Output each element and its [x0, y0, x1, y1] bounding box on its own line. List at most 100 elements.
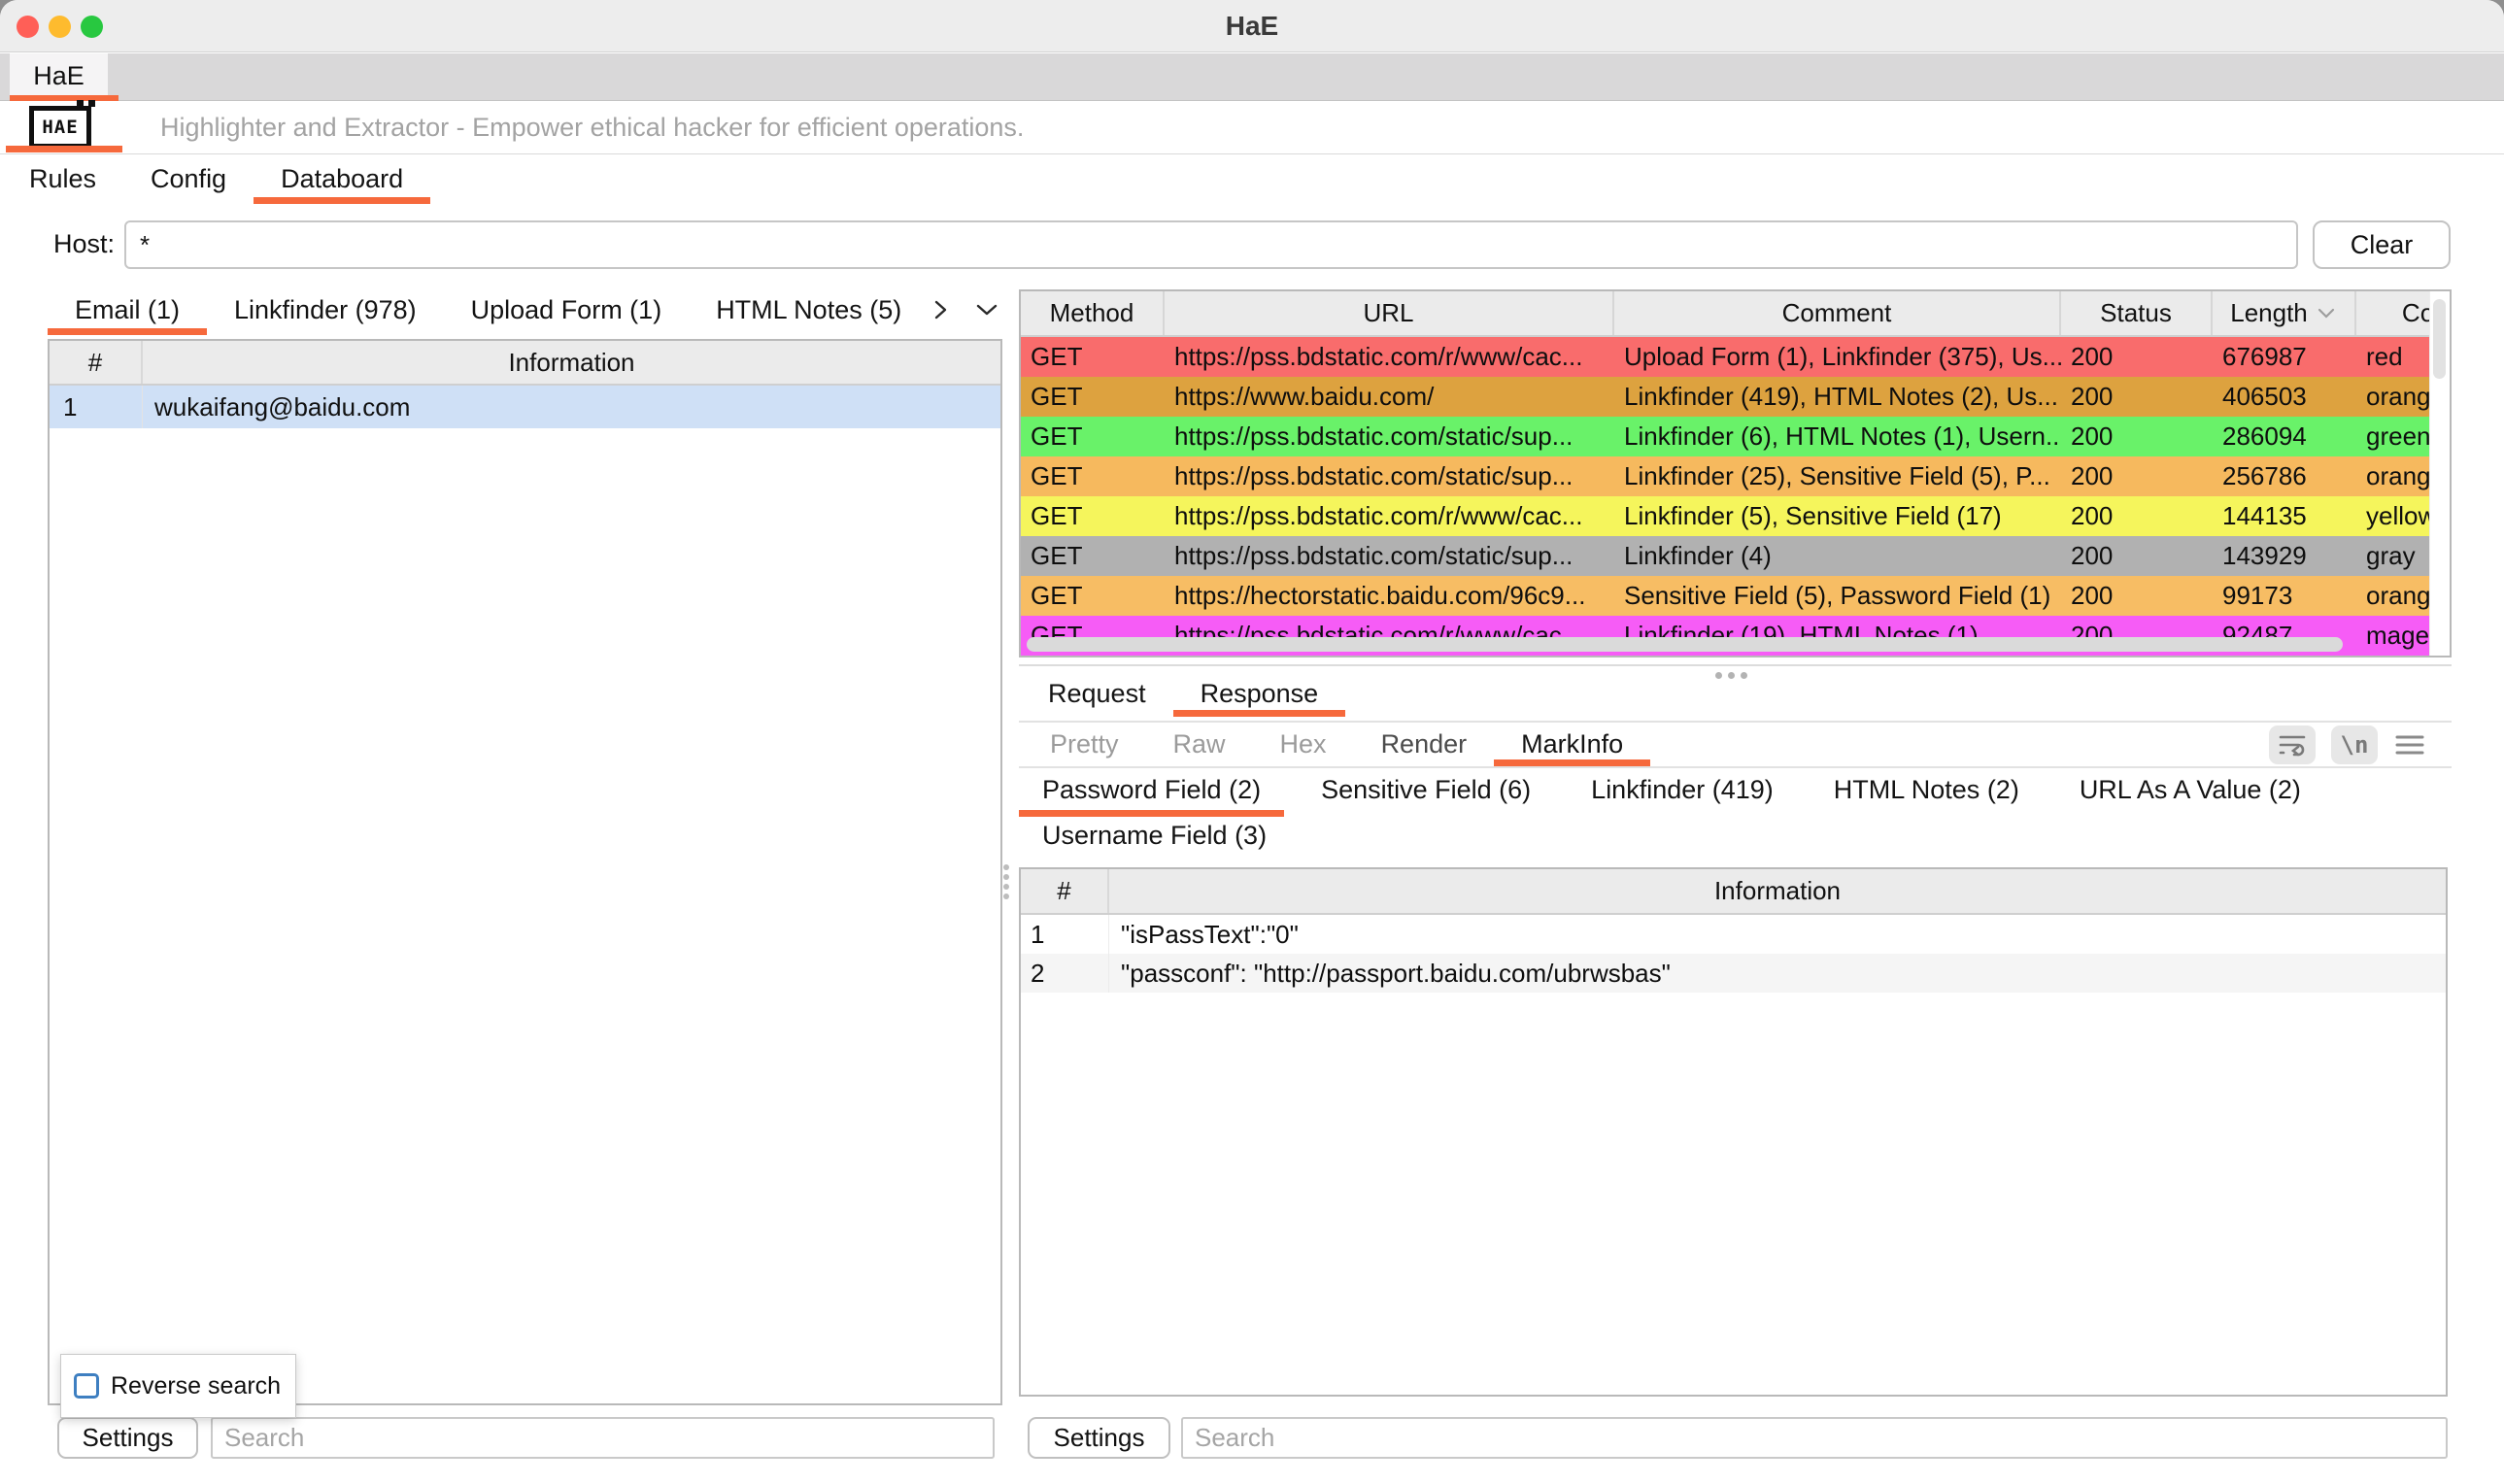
tab-url-as-a-value-label: URL As A Value (2) [2080, 775, 2301, 805]
scrollbar-gutter [2429, 291, 2450, 656]
tab-email[interactable]: Email (1) [48, 285, 207, 335]
reverse-search-label: Reverse search [111, 1372, 281, 1400]
tab-config-label: Config [151, 164, 226, 194]
brand-row: HAE Highlighter and Extractor - Empower … [0, 101, 2504, 153]
table-row[interactable]: GET https://pss.bdstatic.com/r/www/cac..… [1021, 337, 2452, 377]
host-label: Host: [53, 204, 115, 285]
tab-response[interactable]: Response [1173, 670, 1346, 717]
column-header-length[interactable]: Length [2213, 291, 2356, 335]
tab-linkfinder-mark-label: Linkfinder (419) [1591, 775, 1774, 805]
column-header-url[interactable]: URL [1165, 291, 1614, 335]
wrap-lines-button[interactable] [2269, 725, 2316, 764]
tab-upload-form[interactable]: Upload Form (1) [444, 285, 690, 335]
hae-logo-icon: HAE [29, 106, 91, 149]
cell-url: https://pss.bdstatic.com/static/sup... [1165, 417, 1614, 456]
table-row[interactable]: GET https://pss.bdstatic.com/static/sup.… [1021, 456, 2452, 496]
tab-password-field[interactable]: Password Field (2) [1019, 770, 1284, 817]
tab-config[interactable]: Config [123, 154, 254, 204]
markinfo-table-header: # Information [1021, 869, 2446, 915]
sort-chevron-icon [2316, 306, 2337, 321]
right-search-input[interactable] [1181, 1417, 2448, 1459]
request-table: Method URL Comment Status Length Color G… [1019, 289, 2452, 658]
column-header-method[interactable]: Method [1021, 291, 1165, 335]
tab-databoard-label: Databoard [281, 164, 403, 194]
markinfo-tabs-row1: Password Field (2) Sensitive Field (6) L… [1019, 770, 2452, 817]
cell-length: 406503 [2213, 377, 2356, 417]
column-header-num[interactable]: # [50, 341, 143, 384]
cell-length: 99173 [2213, 576, 2356, 616]
tab-raw[interactable]: Raw [1146, 723, 1253, 766]
hae-window: HaE HaE Settings HAE [0, 0, 2504, 1484]
tab-rules[interactable]: Rules [2, 154, 123, 204]
cell-method: GET [1021, 417, 1165, 456]
left-settings-button[interactable]: Settings [57, 1417, 198, 1459]
chevron-down-icon[interactable] [973, 297, 1000, 322]
tab-sensitive-field-label: Sensitive Field (6) [1321, 775, 1531, 805]
column-header-information[interactable]: Information [143, 341, 1000, 384]
hae-logo-text: HAE [42, 117, 78, 138]
column-label: Length [2230, 298, 2308, 328]
host-bar: Host: Clear [0, 204, 2504, 285]
tab-pretty[interactable]: Pretty [1023, 723, 1146, 766]
panel-splitter[interactable] [1019, 664, 2452, 666]
tab-rules-label: Rules [29, 164, 96, 194]
cell-length: 256786 [2213, 456, 2356, 496]
column-header-status[interactable]: Status [2061, 291, 2213, 335]
request-table-header: Method URL Comment Status Length Color [1021, 291, 2452, 337]
cell-length: 286094 [2213, 417, 2356, 456]
chevron-right-icon[interactable] [929, 297, 952, 322]
table-row[interactable]: GET https://www.baidu.com/ Linkfinder (4… [1021, 377, 2452, 417]
vertical-scrollbar-thumb[interactable] [2433, 299, 2446, 379]
tab-sensitive-field[interactable]: Sensitive Field (6) [1298, 770, 1554, 817]
tab-linkfinder[interactable]: Linkfinder (978) [207, 285, 444, 335]
tab-linkfinder-mark[interactable]: Linkfinder (419) [1568, 770, 1797, 817]
table-row[interactable]: GET https://pss.bdstatic.com/r/www/cac..… [1021, 496, 2452, 536]
cell-url: https://pss.bdstatic.com/r/www/cac... [1165, 496, 1614, 536]
column-header-information[interactable]: Information [1109, 869, 2446, 913]
tab-password-field-label: Password Field (2) [1042, 775, 1261, 805]
column-header-num[interactable]: # [1021, 869, 1109, 913]
tab-request[interactable]: Request [1021, 670, 1173, 717]
table-row[interactable]: GET https://pss.bdstatic.com/static/sup.… [1021, 536, 2452, 576]
cell-status: 200 [2061, 576, 2213, 616]
right-settings-button[interactable]: Settings [1028, 1417, 1170, 1459]
table-row[interactable]: 1 "isPassText":"0" [1021, 915, 2446, 954]
cell-method: GET [1021, 337, 1165, 377]
table-row[interactable]: GET https://hectorstatic.baidu.com/96c9.… [1021, 576, 2452, 616]
left-search-input[interactable] [211, 1417, 995, 1459]
cell-length: 676987 [2213, 337, 2356, 377]
table-row[interactable]: 1 wukaifang@baidu.com [50, 386, 1000, 428]
tab-username-field-label: Username Field (3) [1042, 821, 1267, 851]
menu-icon[interactable] [2393, 730, 2426, 759]
tab-render-label: Render [1381, 729, 1468, 759]
tab-databoard[interactable]: Databoard [254, 154, 430, 204]
tab-render[interactable]: Render [1354, 723, 1495, 766]
horizontal-scrollbar-thumb[interactable] [1027, 637, 2343, 652]
tab-html-notes-mark[interactable]: HTML Notes (2) [1810, 770, 2043, 817]
tab-markinfo[interactable]: MarkInfo [1494, 723, 1650, 766]
row-information: "passconf": "http://passport.baidu.com/u… [1109, 954, 2446, 993]
window-title: HaE [0, 0, 2504, 52]
table-row[interactable]: 2 "passconf": "http://passport.baidu.com… [1021, 954, 2446, 993]
wrap-lines-icon [2277, 731, 2308, 759]
vertical-splitter-drag-handle-icon[interactable] [1003, 864, 1011, 905]
tab-html-notes[interactable]: HTML Notes (5) [689, 285, 929, 335]
column-label: URL [1363, 298, 1413, 328]
tab-username-field[interactable]: Username Field (3) [1019, 817, 1290, 861]
tab-linkfinder-label: Linkfinder (978) [234, 295, 417, 325]
cell-comment: Linkfinder (419), HTML Notes (2), Us... [1614, 377, 2061, 417]
cell-url: https://www.baidu.com/ [1165, 377, 1614, 417]
tab-response-label: Response [1201, 679, 1319, 709]
host-input[interactable] [124, 220, 2298, 269]
reverse-search-checkbox[interactable] [74, 1373, 99, 1399]
tab-html-notes-mark-label: HTML Notes (2) [1834, 775, 2019, 805]
cell-length: 143929 [2213, 536, 2356, 576]
extraction-table: # Information 1 wukaifang@baidu.com [48, 339, 1002, 1405]
column-header-comment[interactable]: Comment [1614, 291, 2061, 335]
tab-url-as-a-value[interactable]: URL As A Value (2) [2056, 770, 2324, 817]
table-row[interactable]: GET https://pss.bdstatic.com/static/sup.… [1021, 417, 2452, 456]
newline-toggle-button[interactable]: \n [2331, 725, 2378, 764]
tab-hae[interactable]: HaE [10, 53, 108, 101]
clear-button[interactable]: Clear [2313, 220, 2451, 269]
tab-hex[interactable]: Hex [1253, 723, 1354, 766]
